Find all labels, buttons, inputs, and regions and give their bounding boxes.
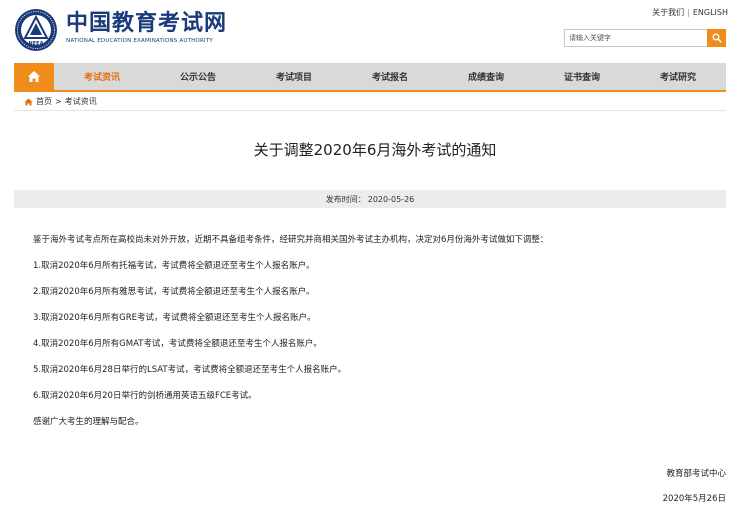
home-icon	[28, 71, 40, 82]
search-button[interactable]	[707, 29, 726, 47]
article-paragraph-3: 3.取消2020年6月所有GRE考试，考试费将全额退还至考生个人报名账户。	[33, 313, 316, 323]
neea-emblem-icon[interactable]: NEEA	[14, 8, 58, 52]
publish-date: 2020-05-26	[367, 194, 415, 204]
main-nav: 考试资讯 公示公告 考试项目 考试报名 成绩查询 证书查询 考试研究	[14, 63, 726, 90]
publish-label: 发布时间：	[325, 194, 366, 204]
about-link[interactable]: 关于我们	[652, 8, 684, 17]
nav-item-announcements[interactable]: 公示公告	[150, 63, 246, 90]
article-paragraph-thanks: 感谢广大考生的理解与配合。	[33, 417, 144, 427]
article-title: 关于调整2020年6月海外考试的通知	[253, 141, 497, 159]
top-links: 关于我们 | ENGLISH	[652, 7, 728, 18]
top-link-separator: |	[687, 8, 690, 17]
article-paragraph-intro: 鉴于海外考试考点所在高校尚未对外开放，近期不具备组考条件，经研究并商相关国外考试…	[33, 235, 549, 245]
article-sign-date: 2020年5月26日	[662, 494, 726, 504]
english-link[interactable]: ENGLISH	[693, 8, 728, 17]
breadcrumb: 首页 > 考试资讯	[24, 96, 97, 107]
article-signature: 教育部考试中心	[666, 469, 726, 479]
article-paragraph-6: 6.取消2020年6月20日举行的剑桥通用英语五级FCE考试。	[33, 391, 257, 401]
nav-item-exam-research[interactable]: 考试研究	[630, 63, 726, 90]
nav-item-score-query[interactable]: 成绩查询	[438, 63, 534, 90]
article-paragraph-2: 2.取消2020年6月所有雅思考试，考试费将全额退还至考生个人报名账户。	[33, 287, 315, 297]
brand-name-en: NATIONAL EDUCATION EXAMINATIONS AUTHORIT…	[66, 38, 213, 44]
nav-item-exam-news[interactable]: 考试资讯	[54, 63, 150, 90]
breadcrumb-divider	[14, 110, 726, 111]
nav-underline	[14, 90, 726, 92]
nav-item-registration[interactable]: 考试报名	[342, 63, 438, 90]
nav-item-certificate-query[interactable]: 证书查询	[534, 63, 630, 90]
article-paragraph-4: 4.取消2020年6月所有GMAT考试，考试费将全额退还至考生个人报名账户。	[33, 339, 322, 349]
publish-bar: 发布时间： 2020-05-26	[14, 190, 726, 208]
nav-item-exam-programs[interactable]: 考试项目	[246, 63, 342, 90]
article-paragraph-1: 1.取消2020年6月所有托福考试，考试费将全额退还至考生个人报名账户。	[33, 261, 315, 271]
article-paragraph-5: 5.取消2020年6月28日举行的LSAT考试，考试费将全额退还至考生个人报名账…	[33, 365, 347, 375]
breadcrumb-separator: >	[55, 97, 62, 106]
search-box	[564, 29, 726, 47]
breadcrumb-current-link[interactable]: 考试资讯	[65, 96, 97, 107]
breadcrumb-home-link[interactable]: 首页	[36, 96, 52, 107]
search-icon	[712, 33, 722, 43]
site-header: NEEA 中国教育考试网 NATIONAL EDUCATION EXAMINAT…	[0, 0, 750, 60]
logo-initials: NEEA	[29, 41, 44, 47]
brand-name-cn: 中国教育考试网	[66, 11, 228, 36]
brand[interactable]: 中国教育考试网 NATIONAL EDUCATION EXAMINATIONS …	[66, 11, 228, 45]
search-input[interactable]	[564, 29, 707, 47]
nav-home-button[interactable]	[14, 63, 54, 90]
home-small-icon	[24, 98, 33, 106]
